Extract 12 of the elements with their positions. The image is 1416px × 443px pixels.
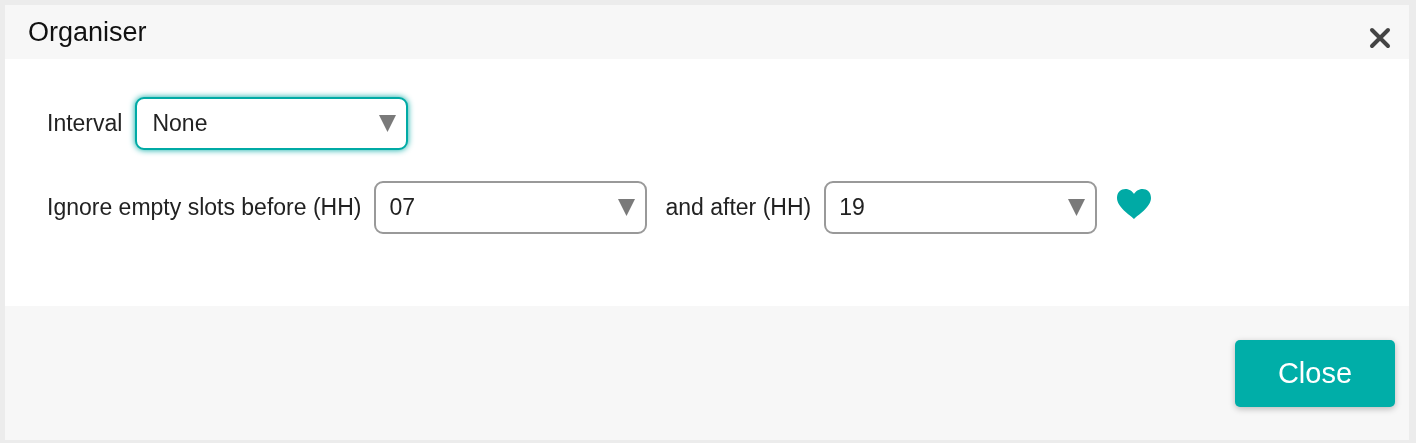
dialog-title: Organiser xyxy=(28,15,147,49)
dropdown-field[interactable]: None xyxy=(135,97,409,150)
field-label: Interval xyxy=(47,109,123,139)
caret-icon xyxy=(1068,199,1086,216)
field-label: and after (HH) xyxy=(665,193,812,223)
caret-icon xyxy=(618,199,636,216)
heart-icon[interactable] xyxy=(1116,187,1153,220)
field-label: Ignore empty slots before (HH) xyxy=(47,193,362,223)
close-icon[interactable] xyxy=(1369,27,1391,49)
dropdown-field[interactable]: 19 xyxy=(824,181,1098,234)
caret-icon xyxy=(379,115,397,132)
dropdown-field[interactable]: 07 xyxy=(374,181,648,234)
